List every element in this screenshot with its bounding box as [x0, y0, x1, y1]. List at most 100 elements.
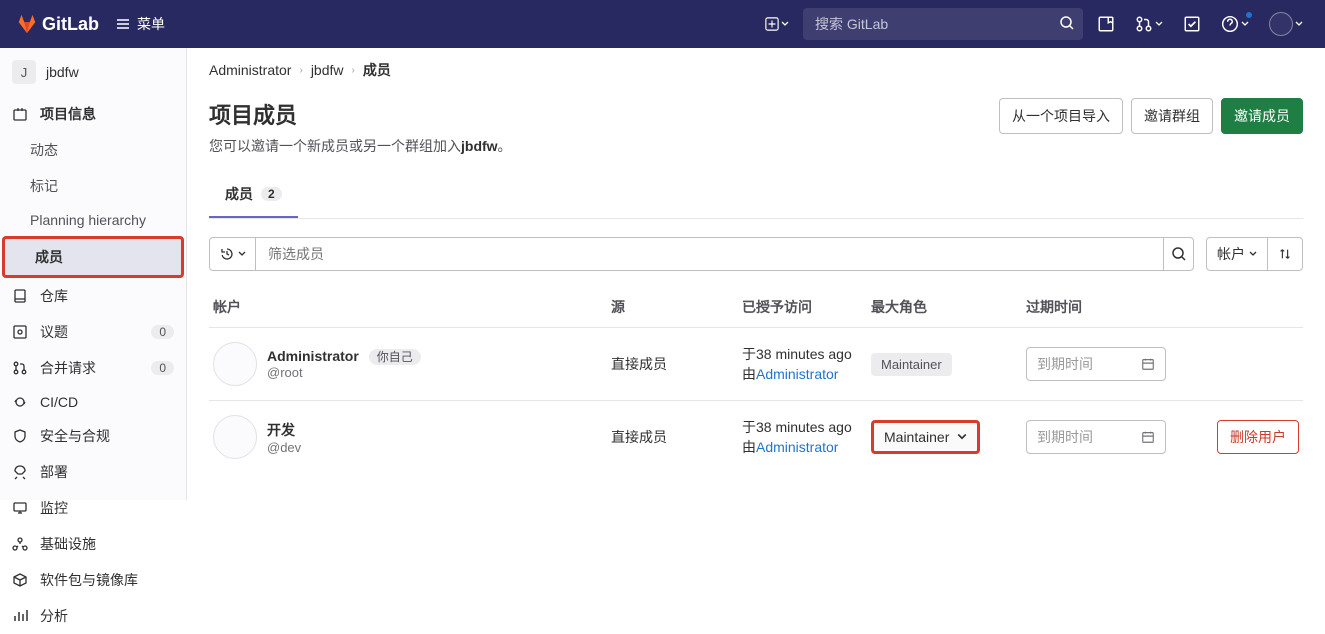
chevron-down-icon: [238, 250, 246, 258]
help-icon: [1221, 15, 1239, 33]
sidebar-item-merge-requests[interactable]: 合并请求 0: [0, 350, 186, 386]
create-new-dropdown[interactable]: [759, 13, 795, 35]
mr-count: 0: [151, 361, 174, 375]
user-menu[interactable]: [1263, 6, 1309, 42]
issues-icon: [12, 324, 28, 340]
filter-search-button[interactable]: [1163, 238, 1193, 270]
member-name-link[interactable]: Administrator: [267, 348, 359, 364]
sidebar-item-members[interactable]: 成员: [2, 236, 184, 278]
sidebar-item-repository[interactable]: 仓库: [0, 278, 186, 314]
sort-field-button[interactable]: 帐户: [1206, 237, 1268, 271]
sidebar-item-label: 议题: [40, 322, 68, 342]
table-row: Administrator 你自己 @root 直接成员 于38 minutes…: [209, 327, 1303, 400]
tab-label: 成员: [225, 184, 253, 204]
avatar: [213, 415, 257, 459]
sidebar: J jbdfw 项目信息 动态 标记 Planning hierarchy 成员…: [0, 48, 187, 500]
chevron-down-icon: [781, 20, 789, 28]
gitlab-logo[interactable]: GitLab: [16, 13, 99, 35]
role-select[interactable]: Maintainer: [871, 420, 980, 454]
project-info-icon: [12, 106, 28, 122]
you-badge: 你自己: [369, 349, 421, 365]
sidebar-item-label: CI/CD: [40, 394, 78, 410]
tab-members[interactable]: 成员 2: [209, 172, 298, 218]
members-table: 帐户 源 已授予访问 最大角色 过期时间 Administrator 你自己 @…: [209, 287, 1303, 473]
project-avatar: J: [12, 60, 36, 84]
chevron-down-icon: [1249, 250, 1257, 258]
member-username: @root: [267, 365, 421, 380]
member-source: 直接成员: [611, 427, 742, 447]
expiration-input[interactable]: 到期时间: [1026, 347, 1166, 381]
sidebar-item-label: 软件包与镜像库: [40, 570, 138, 590]
sort-label: 帐户: [1217, 244, 1245, 264]
access-by-link[interactable]: Administrator: [756, 366, 838, 382]
member-name-link[interactable]: 开发: [267, 422, 295, 438]
issues-shortcut[interactable]: [1091, 9, 1121, 39]
sidebar-item-monitor[interactable]: 监控: [0, 490, 186, 526]
invite-member-button[interactable]: 邀请成员: [1221, 98, 1303, 134]
sidebar-item-analytics[interactable]: 分析: [0, 598, 186, 634]
sidebar-item-cicd[interactable]: CI/CD: [0, 386, 186, 418]
filter-history-button[interactable]: [210, 238, 256, 270]
global-search: [803, 8, 1083, 40]
main-content: Administrator › jbdfw › 成员 项目成员 您可以邀请一个新…: [187, 48, 1325, 500]
access-by-link[interactable]: Administrator: [756, 439, 838, 455]
th-expiration: 过期时间: [1026, 297, 1196, 317]
sidebar-item-label: 分析: [40, 606, 68, 626]
infrastructure-icon: [12, 536, 28, 552]
brand-text: GitLab: [42, 14, 99, 35]
member-username: @dev: [267, 440, 301, 455]
tabs: 成员 2: [209, 172, 1303, 219]
sidebar-item-activity[interactable]: 动态: [0, 132, 186, 168]
chevron-down-icon: [1241, 20, 1249, 28]
role-select-label: Maintainer: [884, 429, 949, 445]
search-input[interactable]: [803, 8, 1083, 40]
table-row: 开发 @dev 直接成员 于38 minutes ago 由Administra…: [209, 400, 1303, 473]
sidebar-item-label: 成员: [35, 247, 63, 267]
breadcrumb-current: 成员: [363, 60, 391, 80]
todos-shortcut[interactable]: [1177, 9, 1207, 39]
import-button[interactable]: 从一个项目导入: [999, 98, 1123, 134]
todo-icon: [1183, 15, 1201, 33]
expiration-input[interactable]: 到期时间: [1026, 420, 1166, 454]
sidebar-item-deploy[interactable]: 部署: [0, 454, 186, 490]
project-name: jbdfw: [46, 64, 79, 80]
repository-icon: [12, 288, 28, 304]
sidebar-item-labels[interactable]: 标记: [0, 168, 186, 204]
project-context[interactable]: J jbdfw: [0, 48, 186, 96]
search-icon[interactable]: [1059, 15, 1075, 31]
th-role: 最大角色: [871, 297, 1026, 317]
sidebar-item-label: 基础设施: [40, 534, 96, 554]
main-menu-button[interactable]: 菜单: [115, 14, 165, 34]
sidebar-item-project-info[interactable]: 项目信息: [0, 96, 186, 132]
breadcrumb-separator: ›: [299, 65, 302, 76]
breadcrumb-admin[interactable]: Administrator: [209, 62, 291, 78]
breadcrumb: Administrator › jbdfw › 成员: [209, 60, 1303, 80]
sidebar-item-infrastructure[interactable]: 基础设施: [0, 526, 186, 562]
sidebar-item-planning[interactable]: Planning hierarchy: [0, 204, 186, 236]
sidebar-item-security[interactable]: 安全与合规: [0, 418, 186, 454]
sidebar-item-issues[interactable]: 议题 0: [0, 314, 186, 350]
sidebar-item-label: 监控: [40, 498, 68, 518]
notification-dot: [1245, 11, 1253, 19]
merge-requests-shortcut[interactable]: [1129, 9, 1169, 39]
sidebar-item-label: 合并请求: [40, 358, 96, 378]
th-account: 帐户: [213, 297, 611, 317]
sidebar-item-packages[interactable]: 软件包与镜像库: [0, 562, 186, 598]
remove-user-button[interactable]: 删除用户: [1217, 420, 1299, 454]
breadcrumb-project[interactable]: jbdfw: [311, 62, 344, 78]
breadcrumb-separator: ›: [352, 65, 355, 76]
filter-box: [209, 237, 1194, 271]
invite-group-button[interactable]: 邀请群组: [1131, 98, 1213, 134]
shield-icon: [12, 428, 28, 444]
user-avatar: [1269, 12, 1293, 36]
sidebar-item-label: 仓库: [40, 286, 68, 306]
calendar-icon: [1141, 357, 1155, 371]
calendar-icon: [1141, 430, 1155, 444]
chevron-down-icon: [1155, 20, 1163, 28]
sort-direction-button[interactable]: [1267, 237, 1303, 271]
package-icon: [12, 572, 28, 588]
filter-input[interactable]: [256, 238, 1163, 270]
avatar: [213, 342, 257, 386]
deploy-icon: [12, 464, 28, 480]
help-dropdown[interactable]: [1215, 9, 1255, 39]
